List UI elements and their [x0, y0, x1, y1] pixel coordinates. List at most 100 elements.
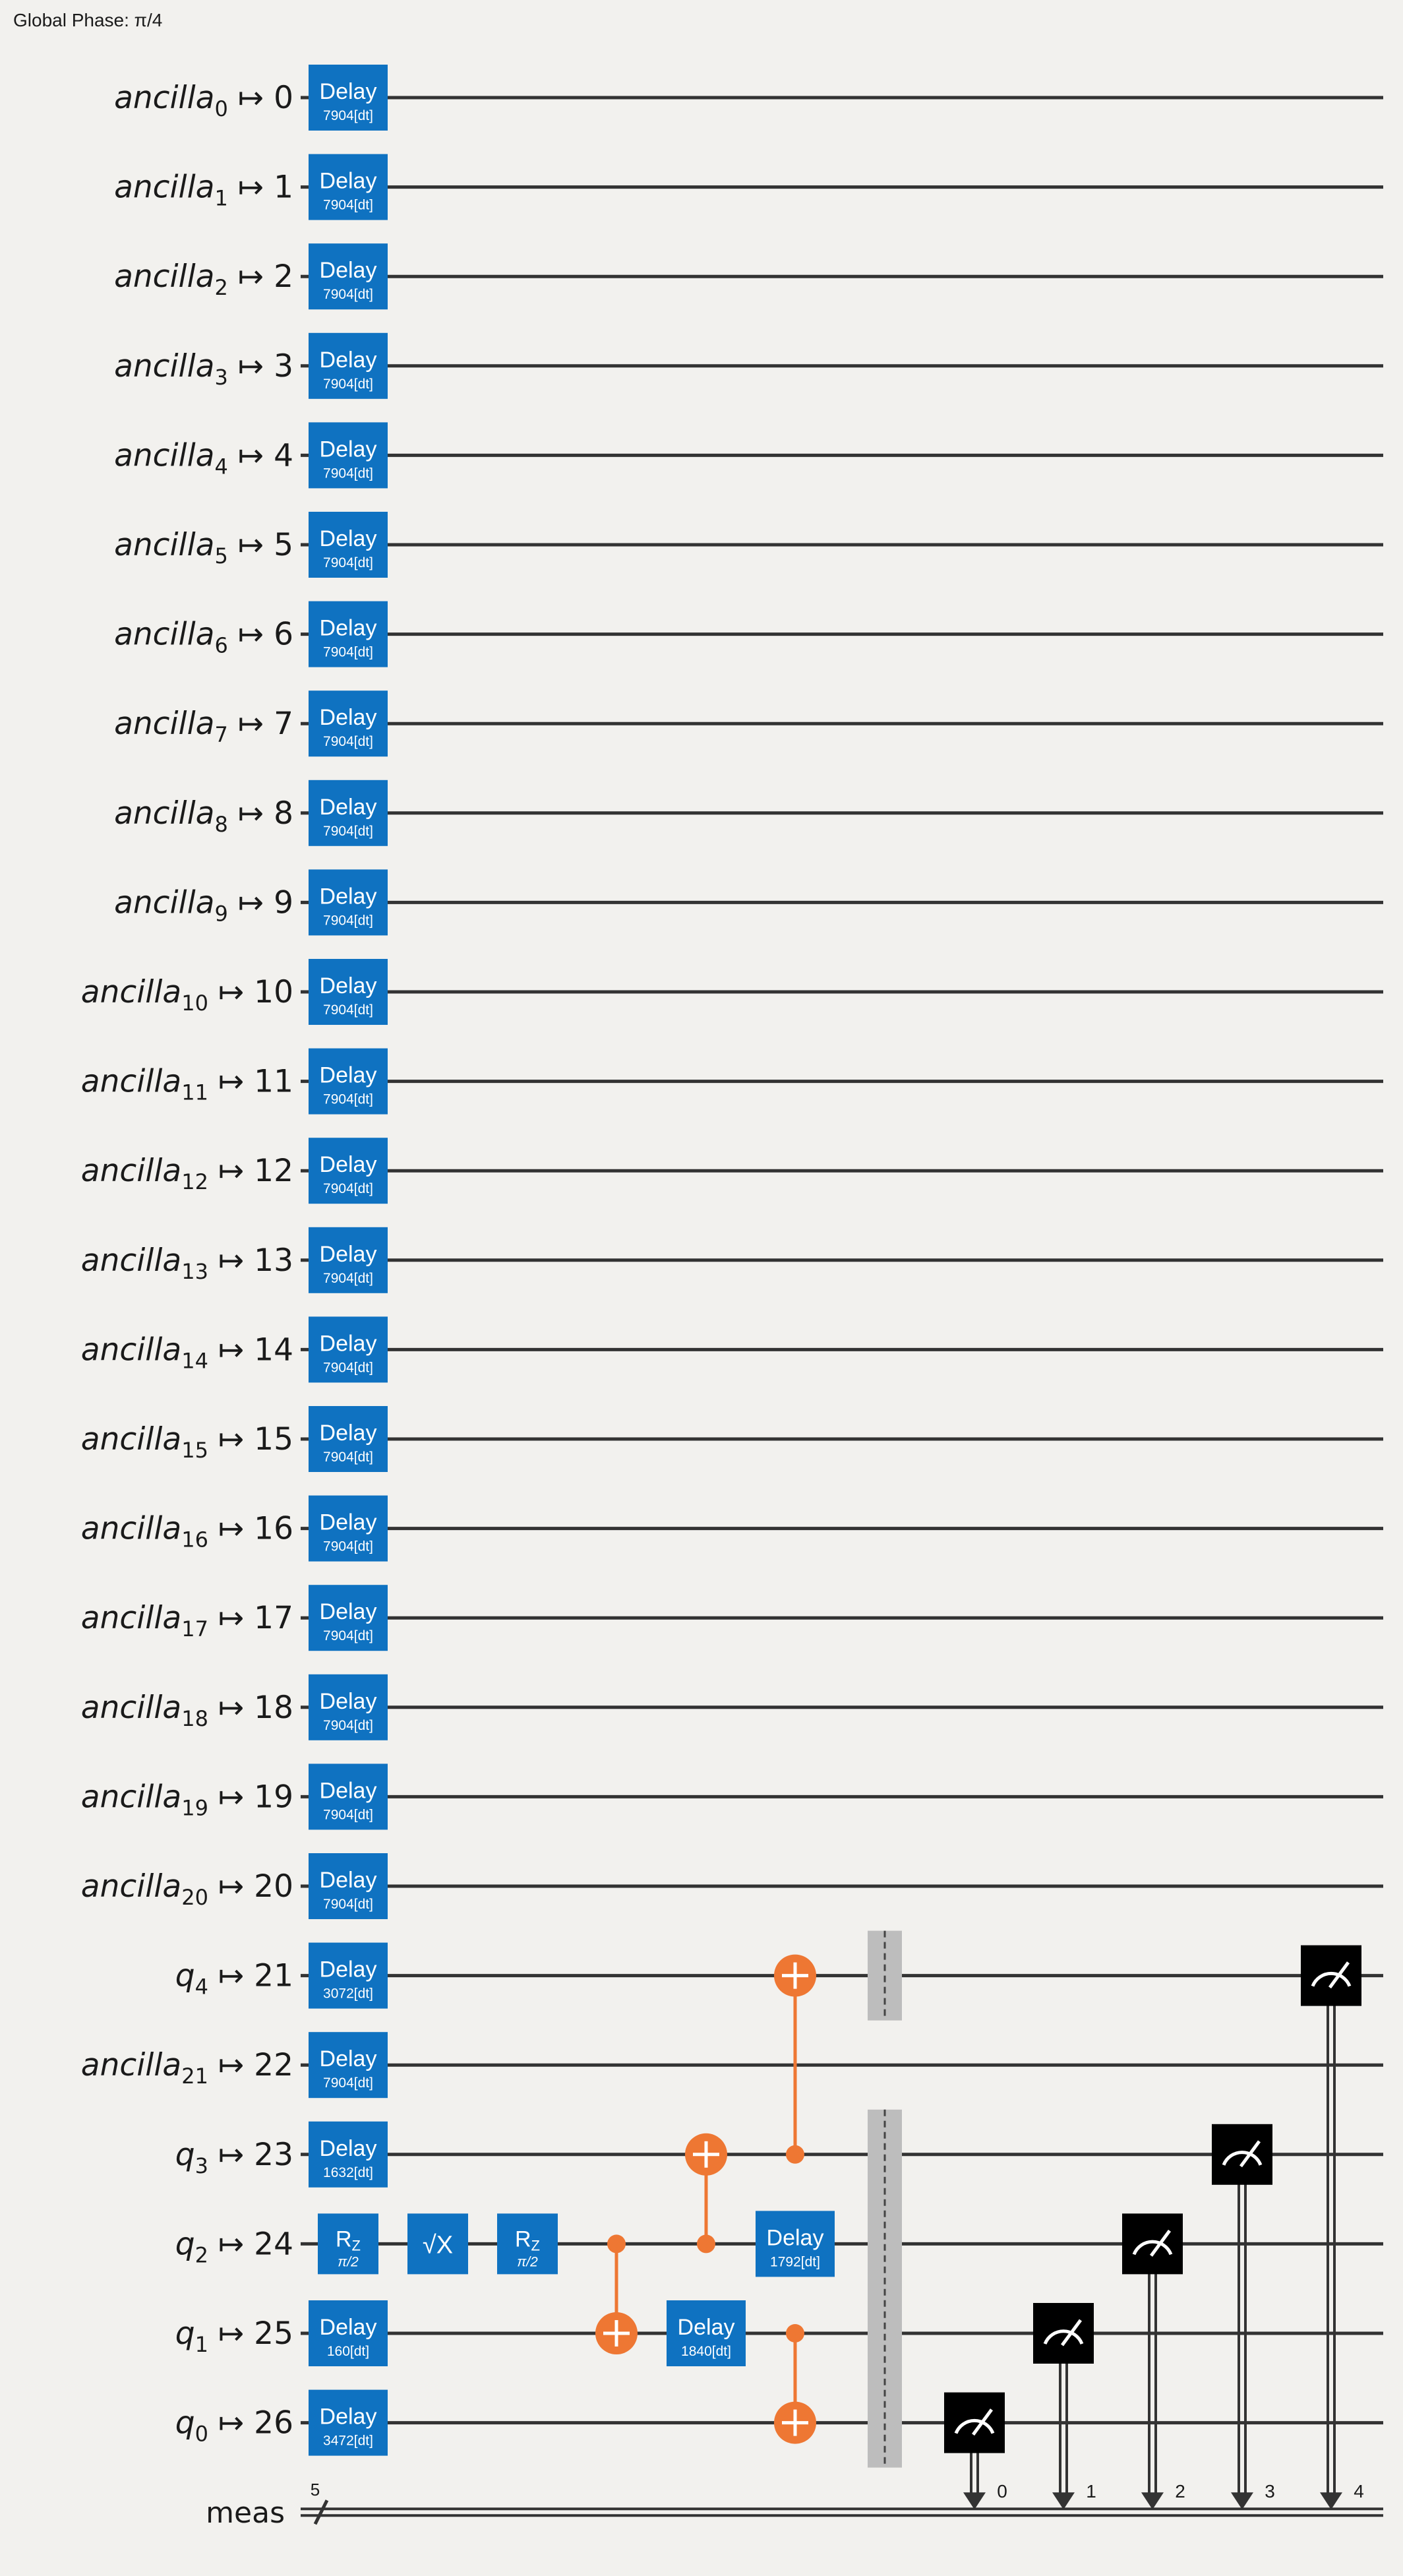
labels-layer: ancilla0 ↦ 0ancilla1 ↦ 1ancilla2 ↦ 2anci… [81, 80, 320, 2530]
qubit-index: 1 [195, 2332, 208, 2357]
qubit-index: 16 [181, 1527, 208, 1552]
qubit-register-name: ancilla [81, 1421, 181, 1457]
physical-qubit-index: ↦ 25 [208, 2315, 293, 2352]
qubit-label: ancilla7 ↦ 7 [114, 706, 293, 747]
physical-qubit-index: ↦ 7 [228, 706, 293, 742]
delay-gate-duration: 7904[dt] [323, 555, 373, 570]
physical-qubit-index: ↦ 4 [228, 437, 293, 474]
delay-gate-duration: 1792[dt] [770, 2254, 820, 2269]
qubit-label: ancilla21 ↦ 22 [81, 2047, 293, 2089]
qubit-register-name: ancilla [114, 259, 214, 295]
measure-gate[interactable] [1212, 2124, 1272, 2185]
delay-gate-duration: 3472[dt] [323, 2434, 373, 2449]
measure-gate[interactable] [1122, 2213, 1183, 2275]
rz-gate-subscript: Z [352, 2237, 361, 2254]
physical-qubit-index: ↦ 2 [228, 259, 293, 295]
qubit-register-name: ancilla [114, 884, 214, 921]
physical-qubit-index: ↦ 20 [208, 1868, 293, 1905]
physical-qubit-index: ↦ 26 [208, 2405, 293, 2441]
delay-gate-label: Delay [320, 526, 377, 551]
delay-gate-duration: 1840[dt] [681, 2344, 731, 2359]
qubit-index: 5 [214, 543, 227, 568]
physical-qubit-index: ↦ 19 [208, 1779, 293, 1815]
qubit-register-name: q [175, 2405, 195, 2441]
delay-gate-label: Delay [320, 2405, 377, 2430]
qubit-register-name: ancilla [81, 1690, 181, 1726]
qubit-label: ancilla8 ↦ 8 [114, 795, 293, 837]
rz-gate-param: π/2 [517, 2254, 538, 2269]
circuit-diagram: Global Phase: π/4 Delay 7904[dt] Delay 7904… [13, 10, 1383, 2530]
qubit-register-name: q [175, 2226, 195, 2262]
delay-gate-label: Delay [320, 1868, 377, 1893]
sx-gate-label: √X [423, 2231, 453, 2259]
qubit-index: 19 [181, 1795, 208, 1820]
cx-control-dot[interactable] [786, 2145, 804, 2164]
rz-gate-param: π/2 [338, 2254, 359, 2269]
qubit-index: 2 [214, 275, 227, 300]
cx-control-dot[interactable] [607, 2234, 626, 2254]
global-phase-label: Global Phase: π/4 [13, 10, 162, 30]
delay-gate-duration: 7904[dt] [323, 466, 373, 481]
qubit-register-name: ancilla [81, 1600, 181, 1636]
measure-arrow [1231, 2492, 1253, 2510]
qubit-index: 0 [214, 96, 227, 121]
physical-qubit-index: ↦ 13 [208, 1242, 293, 1279]
delay-gate-label: Delay [320, 1242, 377, 1267]
qubit-label: ancilla0 ↦ 0 [114, 80, 293, 121]
delay-gate-duration: 7904[dt] [323, 1092, 373, 1107]
measure-gate[interactable] [944, 2392, 1005, 2453]
qubit-index: 3 [214, 365, 227, 390]
qubit-index: 21 [181, 2064, 208, 2089]
measure-gate[interactable] [1033, 2303, 1094, 2364]
qubit-register-name: ancilla [114, 169, 214, 206]
qubit-index: 18 [181, 1706, 208, 1731]
qubit-index: 7 [214, 722, 227, 747]
physical-qubit-index: ↦ 3 [228, 348, 293, 384]
physical-qubit-index: ↦ 24 [208, 2226, 293, 2262]
measure-arrow [1141, 2492, 1164, 2510]
delay-gate-label: Delay [320, 973, 377, 998]
measure-arrow [963, 2492, 986, 2510]
qubit-index: 13 [181, 1259, 208, 1284]
qubit-index: 14 [181, 1348, 208, 1373]
measure-bit-label: 2 [1175, 2481, 1185, 2501]
qubit-label: ancilla17 ↦ 17 [81, 1600, 293, 1641]
physical-qubit-index: ↦ 21 [208, 1958, 293, 1994]
qubit-index: 3 [195, 2153, 208, 2178]
physical-qubit-index: ↦ 1 [228, 169, 293, 206]
rz-gate-subscript: Z [531, 2237, 540, 2254]
measure-bit-label: 3 [1265, 2481, 1275, 2501]
qubit-register-name: q [175, 1958, 195, 1994]
delay-gate-duration: 7904[dt] [323, 198, 373, 213]
qubit-register-name: ancilla [81, 1779, 181, 1815]
delay-gate-duration: 7904[dt] [323, 824, 373, 839]
qubit-label: ancilla4 ↦ 4 [114, 437, 293, 479]
delay-gate-duration: 7904[dt] [323, 108, 373, 123]
cx-control-dot[interactable] [697, 2234, 715, 2254]
qubit-label: ancilla9 ↦ 9 [114, 884, 293, 926]
delay-gate-label: Delay [320, 1957, 377, 1982]
physical-qubit-index: ↦ 5 [228, 527, 293, 563]
qubit-label: ancilla15 ↦ 15 [81, 1421, 293, 1463]
qubit-index: 1 [214, 186, 227, 211]
qubit-label: q3 ↦ 23 [175, 2137, 293, 2178]
qubit-register-name: q [175, 2315, 195, 2352]
delay-gate-label: Delay [320, 2315, 377, 2340]
delay-gate-label: Delay [320, 169, 377, 194]
measure-gate[interactable] [1301, 1945, 1361, 2006]
delay-gate-duration: 7904[dt] [323, 1181, 373, 1196]
delay-gate-label: Delay [320, 437, 377, 462]
cx-control-dot[interactable] [786, 2324, 804, 2343]
physical-qubit-index: ↦ 10 [208, 974, 293, 1010]
delay-gate-duration: 7904[dt] [323, 1628, 373, 1643]
qubit-index: 9 [214, 901, 227, 926]
gates-layer: Delay 7904[dt] Delay 7904[dt] Delay 7904[dt] D… [309, 65, 1364, 2501]
delay-gate-label: Delay [320, 616, 377, 641]
physical-qubit-index: ↦ 16 [208, 1511, 293, 1547]
qubit-register-name: ancilla [81, 974, 181, 1010]
physical-qubit-index: ↦ 14 [208, 1332, 293, 1368]
delay-gate-duration: 7904[dt] [323, 2075, 373, 2091]
qubit-label: ancilla6 ↦ 6 [114, 617, 293, 658]
qubit-index: 10 [181, 991, 208, 1016]
qubit-label: ancilla3 ↦ 3 [114, 348, 293, 390]
